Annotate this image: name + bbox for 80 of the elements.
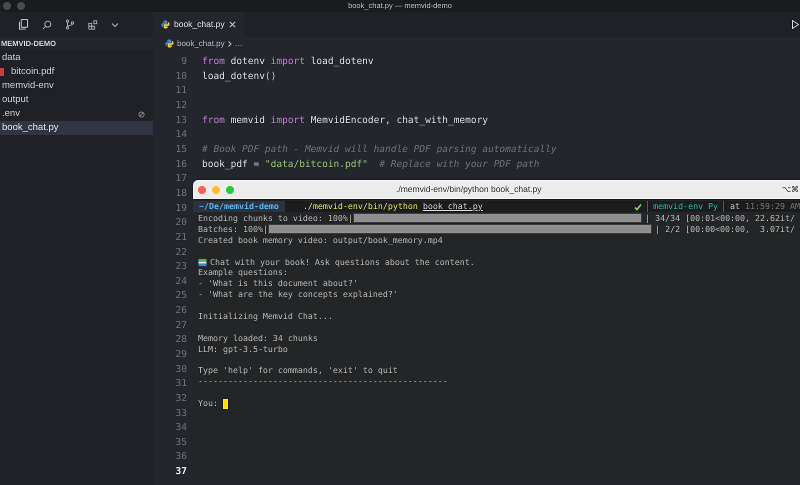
prompt-path: ~/De/memvid-demo [193,201,285,212]
prompt-env: memvid-env Py [647,201,724,212]
chevron-right-icon [228,40,232,46]
check-icon [634,202,642,210]
search-icon[interactable] [42,20,52,30]
source-control-icon[interactable] [65,19,75,30]
line-number: 18 [174,186,187,201]
line-number: 31 [174,377,187,392]
line-number: 20 [174,216,187,230]
input-prompt: You: [198,398,218,410]
code-line: # Book PDF path - Memvid will handle PDF parsing automatically [201,143,557,158]
chevron-down-icon[interactable] [111,22,119,28]
editor-tab[interactable]: book_chat.py [153,12,244,37]
progress-stats: | 34/34 [00:01<00:00, 22.62it/ [644,213,795,224]
line-number: 21 [174,230,187,245]
line-number: 23 [174,260,187,274]
terminal-output-line: Memory loaded: 34 chunks [198,332,318,343]
books-icon [198,258,207,266]
progress-stats: | 2/2 [00:00<00:00, 3.07it/ [654,224,795,235]
progress-label: Batches: 100%| [198,224,268,235]
prompt-argument: book_chat.py [422,201,483,212]
extensions-icon[interactable] [88,20,98,30]
file-tree-item[interactable]: memvid-env [0,79,153,93]
line-number: 37 [174,465,187,480]
code-line: from dotenv import load_dotenv [201,55,374,70]
python-file-icon [165,39,174,48]
terminal-output-line: - 'What is this document about?' [198,278,358,288]
python-file-icon [161,20,170,29]
terminal-output-line: LLM: gpt-3.5-turbo [198,344,288,354]
text-cursor [222,398,228,409]
file-tree-item[interactable]: book_chat.py [0,121,153,135]
line-number: 36 [174,450,187,464]
line-number: 25 [174,289,187,304]
file-tree-item[interactable]: data [0,51,153,65]
terminal-title: ./memvid-env/bin/python book_chat.py [396,183,542,196]
terminal-output-line: - 'What are the key concepts explained?' [198,289,398,300]
terminal-output-line: Chat with your book! Ask questions about the content. [210,256,475,268]
line-number: 17 [174,172,187,186]
code-line: load_dotenv() [201,70,276,84]
file-tree-item[interactable]: output [0,93,153,107]
prompt-time: at 11:59:29 AM [729,201,800,212]
terminal-output-line: -------------------------------------------------- [198,376,448,386]
line-number: 12 [174,99,187,114]
close-window-button[interactable] [198,186,206,194]
breadcrumb-item[interactable]: … [234,38,243,50]
breadcrumb-item[interactable]: book_chat.py [177,38,225,50]
line-number: 30 [174,362,187,377]
line-number: 13 [174,114,187,128]
line-number: 9 [180,55,187,70]
line-number: 19 [174,202,187,216]
line-number: 22 [174,246,187,260]
progress-label: Encoding chunks to video: 100%| [198,213,353,224]
ignored-status-icon [138,110,145,118]
close-icon[interactable] [228,21,236,28]
line-number: 34 [174,421,187,436]
code-line: book_pdf = "data/bitcoin.pdf" # Replace with your PDF path [201,158,540,172]
line-number: 33 [174,406,187,421]
terminal-output-line: Type 'help' for commands, 'exit' to quit [198,365,398,376]
prompt-command: ./memvid-env/bin/python [302,201,418,212]
line-number: 32 [174,392,187,406]
run-icon[interactable] [792,20,799,29]
line-number: 28 [174,333,187,348]
line-number: 10 [174,70,187,84]
keyboard-shortcut: ⌥⌘ [782,184,800,196]
code-line: from memvid import MemvidEncoder, chat_with_memory [201,114,488,128]
line-number: 27 [174,318,187,333]
file-tree-item[interactable]: .env [0,107,153,121]
line-number: 16 [174,158,187,172]
terminal-output-line: Created book memory video: output/book_memory.mp4 [198,234,443,245]
line-number: 11 [174,84,187,98]
files-icon[interactable] [18,19,29,30]
line-number: 29 [174,348,187,362]
terminal-output-line: Example questions: [198,267,288,278]
terminal-output-line: Initializing Memvid Chat... [198,311,333,322]
line-number: 35 [174,436,187,450]
line-number: 15 [174,143,187,158]
file-tree-item[interactable]: bitcoin.pdf [0,65,153,79]
line-number: 14 [174,128,187,142]
line-number: 24 [174,274,187,289]
line-number: 26 [174,304,187,318]
